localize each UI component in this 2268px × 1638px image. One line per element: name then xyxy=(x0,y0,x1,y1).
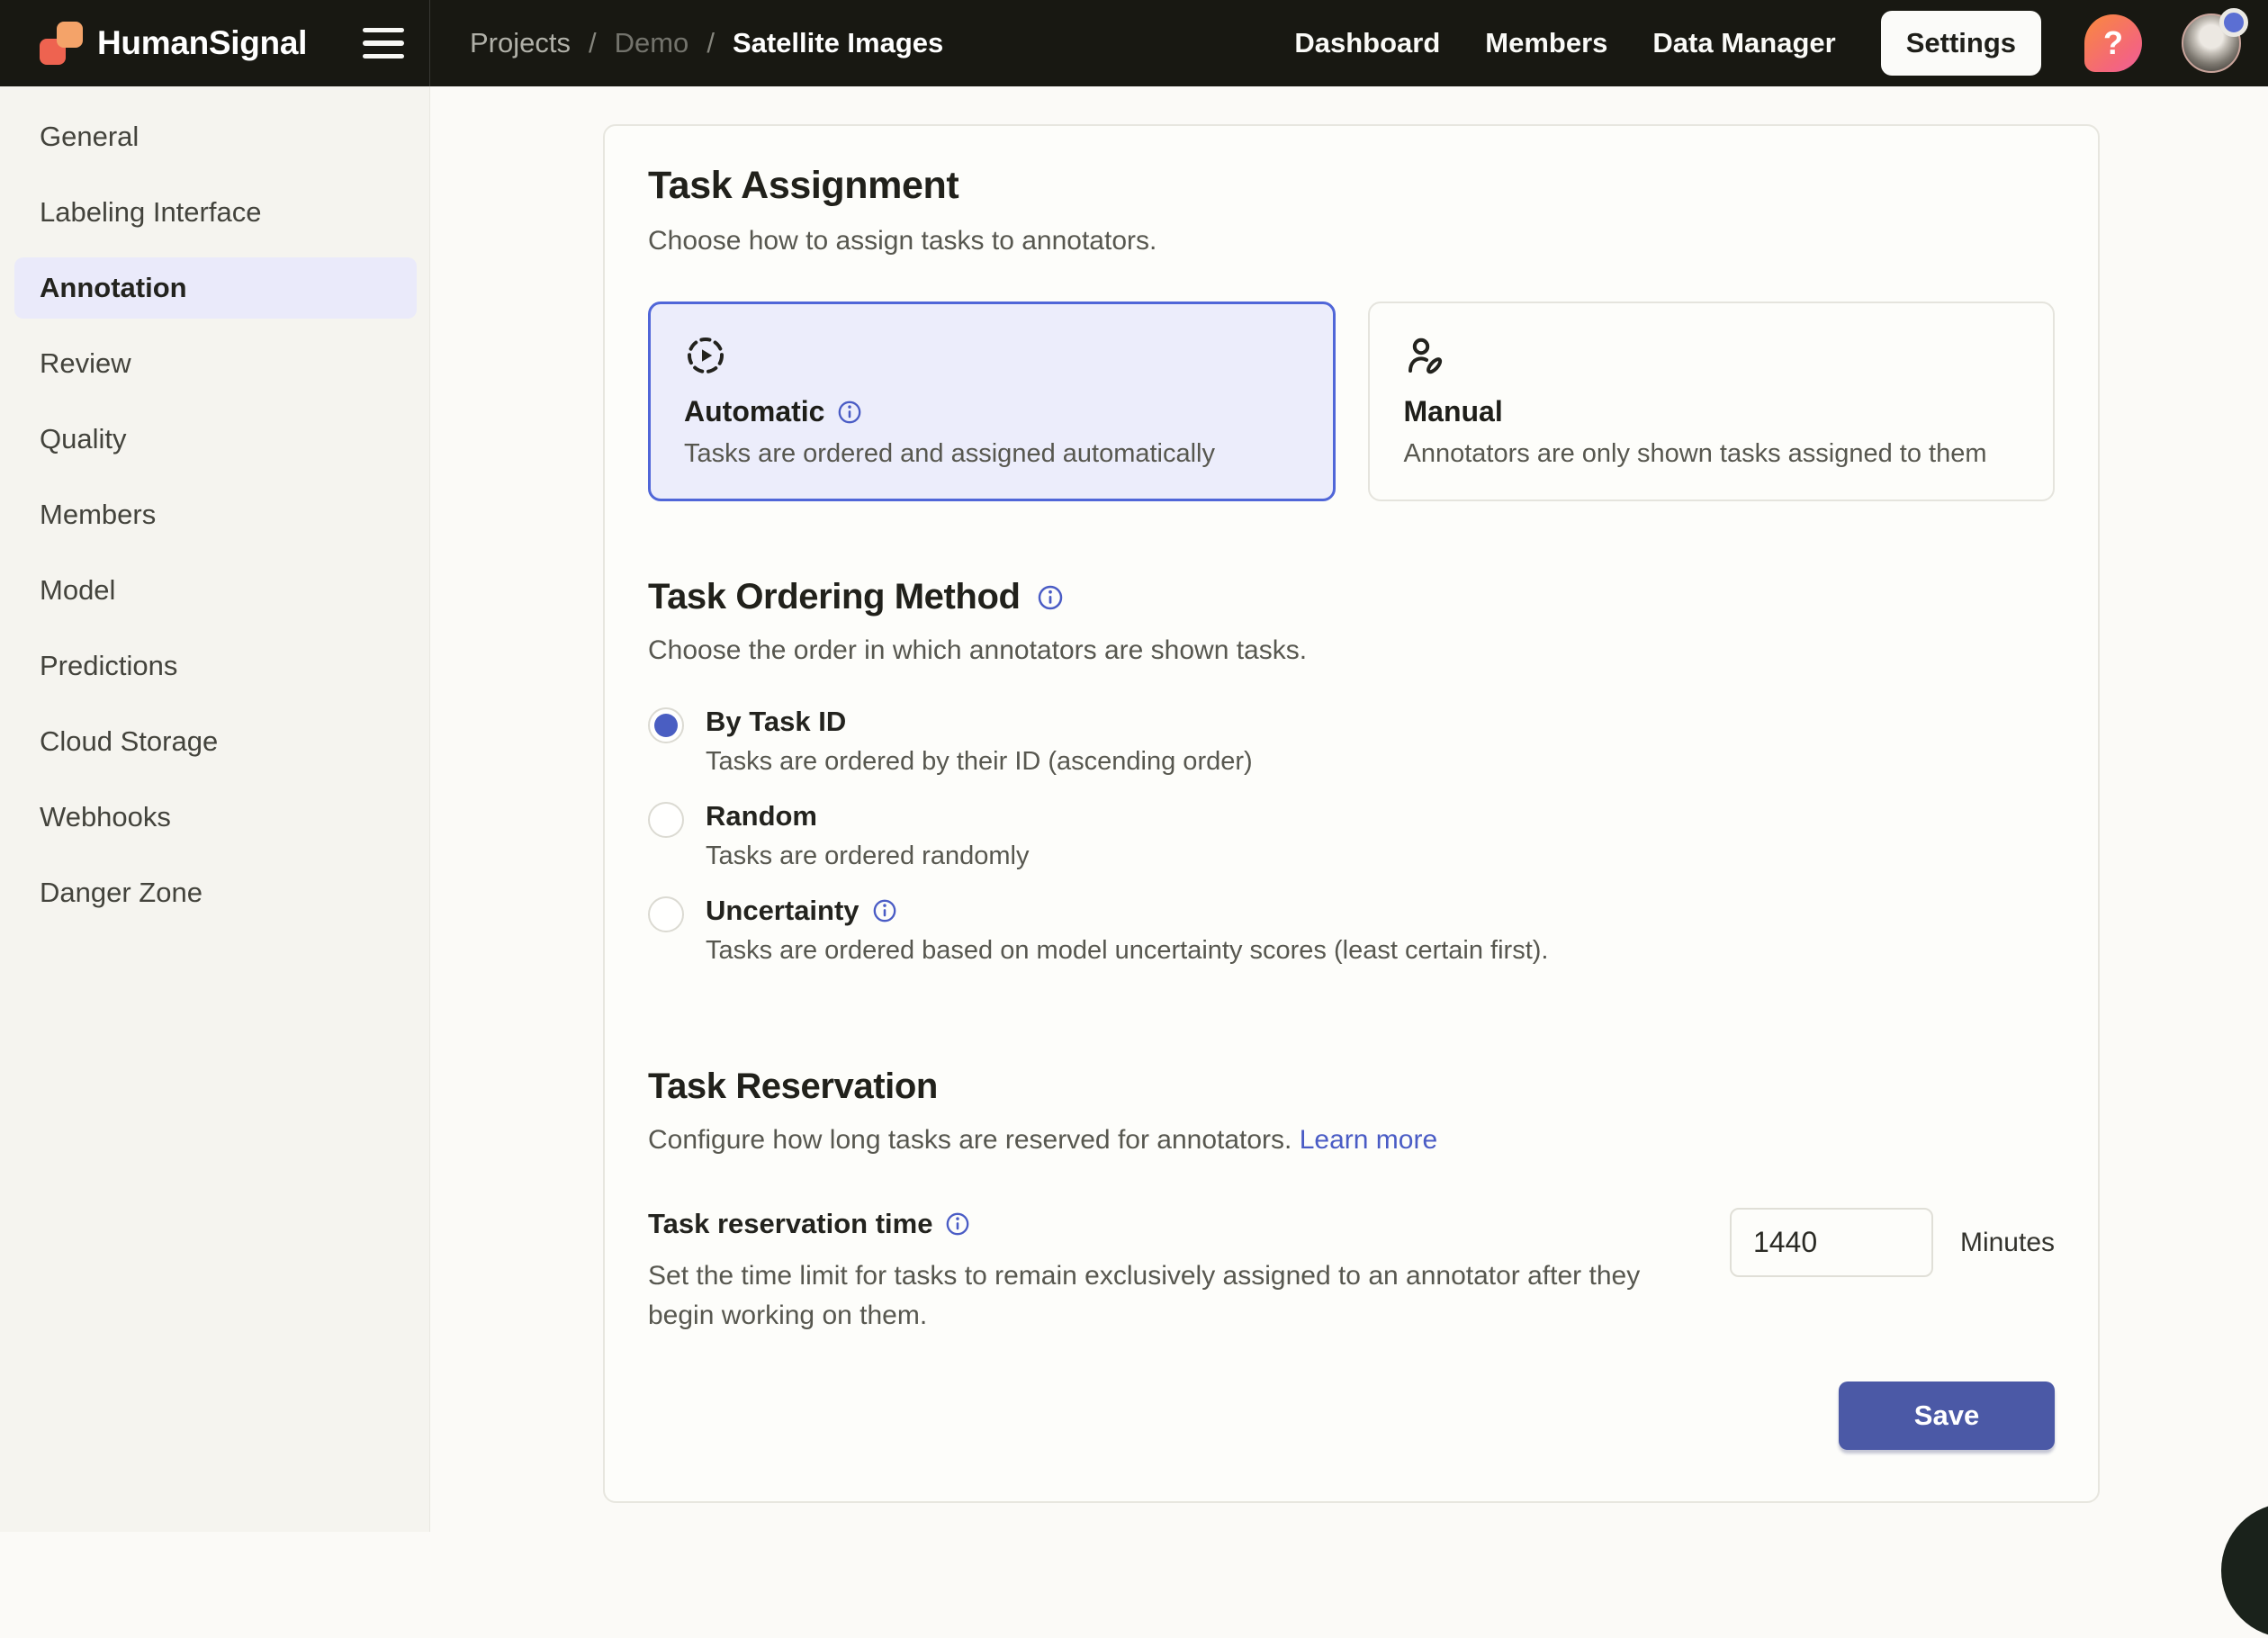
breadcrumb-projects[interactable]: Projects xyxy=(470,27,571,59)
notification-badge xyxy=(2219,8,2248,37)
manual-option-description: Annotators are only shown tasks assigned… xyxy=(1404,439,2020,469)
sidebar-item-review[interactable]: Review xyxy=(14,333,417,394)
info-icon[interactable] xyxy=(945,1211,970,1237)
radio-desc-by-task-id: Tasks are ordered by their ID (ascending… xyxy=(706,747,1253,777)
nav-data-manager[interactable]: Data Manager xyxy=(1652,27,1835,59)
radio-desc-uncertainty: Tasks are ordered based on model uncerta… xyxy=(706,936,1548,966)
automatic-assignment-card[interactable]: Automatic Tasks are ordered and assigned… xyxy=(648,302,1336,501)
automatic-option-description: Tasks are ordered and assigned automatic… xyxy=(684,439,1300,469)
breadcrumb-separator: / xyxy=(706,27,715,59)
auto-play-icon xyxy=(684,334,727,377)
brand-name: HumanSignal xyxy=(97,24,307,62)
radio-label-by-task-id: By Task ID xyxy=(706,706,846,738)
nav-dashboard[interactable]: Dashboard xyxy=(1294,27,1440,59)
info-icon[interactable] xyxy=(837,400,862,425)
settings-button[interactable]: Settings xyxy=(1881,11,2041,76)
reservation-time-description: Set the time limit for tasks to remain e… xyxy=(648,1256,1710,1335)
sidebar-item-model[interactable]: Model xyxy=(14,560,417,621)
humansignal-logo-icon xyxy=(40,22,83,65)
sidebar-item-labeling-interface[interactable]: Labeling Interface xyxy=(14,182,417,243)
breadcrumb-separator: / xyxy=(589,27,597,59)
task-assignment-subtitle: Choose how to assign tasks to annotators… xyxy=(648,226,2055,256)
save-button[interactable]: Save xyxy=(1839,1382,2055,1450)
breadcrumb-current-page: Satellite Images xyxy=(733,27,943,59)
info-icon[interactable] xyxy=(872,898,897,923)
learn-more-link[interactable]: Learn more xyxy=(1300,1125,1437,1155)
menu-icon[interactable] xyxy=(363,28,404,59)
task-ordering-subtitle: Choose the order in which annotators are… xyxy=(648,635,2055,666)
manual-option-title: Manual xyxy=(1404,395,1503,428)
help-icon[interactable]: ? xyxy=(2084,14,2142,72)
user-avatar[interactable] xyxy=(2182,14,2241,73)
sidebar-item-predictions[interactable]: Predictions xyxy=(14,635,417,697)
assignment-choice-row: Automatic Tasks are ordered and assigned… xyxy=(648,302,2055,501)
radio-desc-random: Tasks are ordered randomly xyxy=(706,842,1029,871)
minutes-unit-label: Minutes xyxy=(1960,1208,2055,1277)
reservation-field-row: Task reservation time Set the time limit… xyxy=(648,1208,2055,1335)
task-reservation-subtitle: Configure how long tasks are reserved fo… xyxy=(648,1125,2055,1156)
sidebar-item-members[interactable]: Members xyxy=(14,484,417,545)
logo-orange-square xyxy=(57,22,83,48)
sidebar-item-quality[interactable]: Quality xyxy=(14,409,417,470)
brand-area: HumanSignal xyxy=(0,0,430,86)
task-assignment-title: Task Assignment xyxy=(648,164,2055,208)
sidebar-item-annotation[interactable]: Annotation xyxy=(14,257,417,319)
sidebar-item-cloud-storage[interactable]: Cloud Storage xyxy=(14,711,417,772)
info-icon[interactable] xyxy=(1037,584,1064,611)
main-content: Task Assignment Choose how to assign tas… xyxy=(430,86,2268,1532)
radio-label-uncertainty: Uncertainty xyxy=(706,895,860,927)
radio-option-random[interactable]: Random Tasks are ordered randomly xyxy=(648,800,2055,871)
reservation-time-label: Task reservation time xyxy=(648,1208,932,1240)
automatic-option-title: Automatic xyxy=(684,395,824,428)
nav-members[interactable]: Members xyxy=(1485,27,1607,59)
radio-option-uncertainty[interactable]: Uncertainty Tasks are ordered based on m… xyxy=(648,895,2055,966)
radio-label-random: Random xyxy=(706,800,817,832)
top-bar: HumanSignal Projects / Demo / Satellite … xyxy=(0,0,2268,86)
ordering-radio-group: By Task ID Tasks are ordered by their ID… xyxy=(648,706,2055,966)
sidebar-item-webhooks[interactable]: Webhooks xyxy=(14,787,417,848)
person-edit-icon xyxy=(1404,334,1447,377)
radio-button-unchecked[interactable] xyxy=(648,896,684,932)
header-right-nav: Dashboard Members Data Manager Settings … xyxy=(1294,11,2268,76)
radio-option-by-task-id[interactable]: By Task ID Tasks are ordered by their ID… xyxy=(648,706,2055,777)
task-ordering-title: Task Ordering Method xyxy=(648,577,1021,617)
manual-assignment-card[interactable]: Manual Annotators are only shown tasks a… xyxy=(1368,302,2056,501)
reservation-time-input[interactable] xyxy=(1730,1208,1933,1277)
annotation-settings-card: Task Assignment Choose how to assign tas… xyxy=(603,124,2100,1503)
settings-sidebar: General Labeling Interface Annotation Re… xyxy=(0,86,430,1532)
sidebar-item-danger-zone[interactable]: Danger Zone xyxy=(14,862,417,923)
radio-button-unchecked[interactable] xyxy=(648,802,684,838)
sidebar-item-general[interactable]: General xyxy=(14,106,417,167)
task-reservation-title: Task Reservation xyxy=(648,1066,2055,1107)
breadcrumb: Projects / Demo / Satellite Images xyxy=(430,27,943,59)
breadcrumb-demo[interactable]: Demo xyxy=(615,27,689,59)
radio-button-checked[interactable] xyxy=(648,707,684,743)
